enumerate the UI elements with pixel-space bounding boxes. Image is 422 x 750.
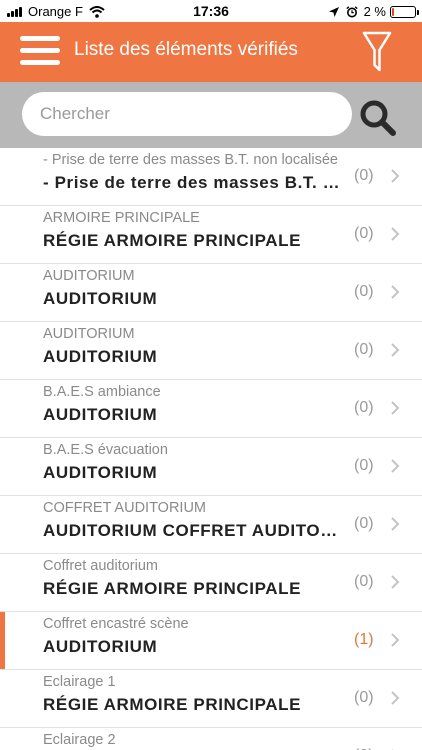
item-subtitle: ARMOIRE PRINCIPALE (43, 210, 200, 226)
item-count-badge: (0) (354, 689, 374, 706)
item-subtitle: AUDITORIUM (43, 326, 135, 342)
item-count-badge: (0) (354, 457, 374, 474)
hamburger-menu-icon[interactable] (20, 34, 60, 68)
list-item[interactable]: Eclairage 2(0) (0, 728, 422, 750)
chevron-right-icon (391, 459, 400, 473)
item-title: AUDITORIUM (43, 463, 158, 482)
status-right: 2 % (328, 4, 419, 19)
chevron-right-icon (391, 575, 400, 589)
chevron-right-icon (391, 633, 400, 647)
battery-percent: 2 % (363, 4, 386, 19)
item-subtitle: Coffret encastré scène (43, 616, 189, 632)
chevron-right-icon (391, 401, 400, 415)
item-title: - Prise de terre des masses B.T. non loc… (43, 173, 343, 192)
item-subtitle: - Prise de terre des masses B.T. non loc… (43, 152, 338, 168)
item-subtitle: AUDITORIUM (43, 268, 135, 284)
item-subtitle: COFFRET AUDITORIUM (43, 500, 206, 516)
app-header: Liste des éléments vérifiés (0, 22, 422, 82)
item-count-badge: (0) (354, 573, 374, 590)
item-count-badge: (0) (354, 399, 374, 416)
item-subtitle: B.A.E.S ambiance (43, 384, 161, 400)
item-title: AUDITORIUM COFFRET AUDITORIUM (43, 521, 343, 540)
item-title: AUDITORIUM (43, 637, 158, 656)
list-item[interactable]: AUDITORIUM AUDITORIUM (0) (0, 322, 422, 380)
item-title: AUDITORIUM (43, 289, 158, 308)
item-subtitle: Eclairage 1 (43, 674, 116, 690)
list-item[interactable]: AUDITORIUM AUDITORIUM (0) (0, 264, 422, 322)
item-count-badge: (0) (354, 225, 374, 242)
item-title: RÉGIE ARMOIRE PRINCIPALE (43, 695, 302, 714)
page-title: Liste des éléments vérifiés (74, 39, 298, 60)
item-title: AUDITORIUM (43, 347, 158, 366)
search-icon[interactable] (358, 98, 398, 138)
chevron-right-icon (391, 169, 400, 183)
item-title: AUDITORIUM (43, 405, 158, 424)
list-item[interactable]: B.A.E.S ambiance AUDITORIUM (0) (0, 380, 422, 438)
list-item[interactable]: COFFRET AUDITORIUM AUDITORIUM COFFRET AUD… (0, 496, 422, 554)
list-item[interactable]: Coffret encastré scène AUDITORIUM (1) (0, 612, 422, 670)
chevron-right-icon (391, 691, 400, 705)
filter-funnel-icon[interactable] (362, 31, 392, 73)
alarm-icon (345, 5, 358, 17)
list-item[interactable]: ARMOIRE PRINCIPALE RÉGIE ARMOIRE PRINCIPA… (0, 206, 422, 264)
chevron-right-icon (391, 343, 400, 357)
item-count-badge: (0) (354, 341, 374, 358)
chevron-right-icon (391, 227, 400, 241)
battery-level (392, 7, 394, 16)
search-input[interactable] (22, 92, 352, 136)
list-item[interactable]: Coffret auditorium RÉGIE ARMOIRE PRINCIPA… (0, 554, 422, 612)
chevron-right-icon (391, 285, 400, 299)
list-item[interactable]: B.A.E.S évacuation AUDITORIUM (0) (0, 438, 422, 496)
item-count-badge: (1) (354, 631, 374, 648)
item-title: RÉGIE ARMOIRE PRINCIPALE (43, 579, 302, 598)
list-item[interactable]: - Prise de terre des masses B.T. non loc… (0, 148, 422, 206)
chevron-right-icon (391, 517, 400, 531)
verified-elements-list: - Prise de terre des masses B.T. non loc… (0, 148, 422, 750)
search-bar (0, 82, 422, 148)
item-subtitle: Coffret auditorium (43, 558, 158, 574)
item-subtitle: B.A.E.S évacuation (43, 442, 168, 458)
item-title: RÉGIE ARMOIRE PRINCIPALE (43, 231, 302, 250)
item-count-badge: (0) (354, 167, 374, 184)
list-item[interactable]: Eclairage 1 RÉGIE ARMOIRE PRINCIPALE (0) (0, 670, 422, 728)
battery-icon (390, 5, 419, 18)
item-subtitle: Eclairage 2 (43, 732, 116, 748)
location-arrow-icon (328, 6, 339, 17)
status-bar: Orange F 17:36 2 % (0, 0, 422, 22)
item-count-badge: (0) (354, 515, 374, 532)
item-count-badge: (0) (354, 283, 374, 300)
